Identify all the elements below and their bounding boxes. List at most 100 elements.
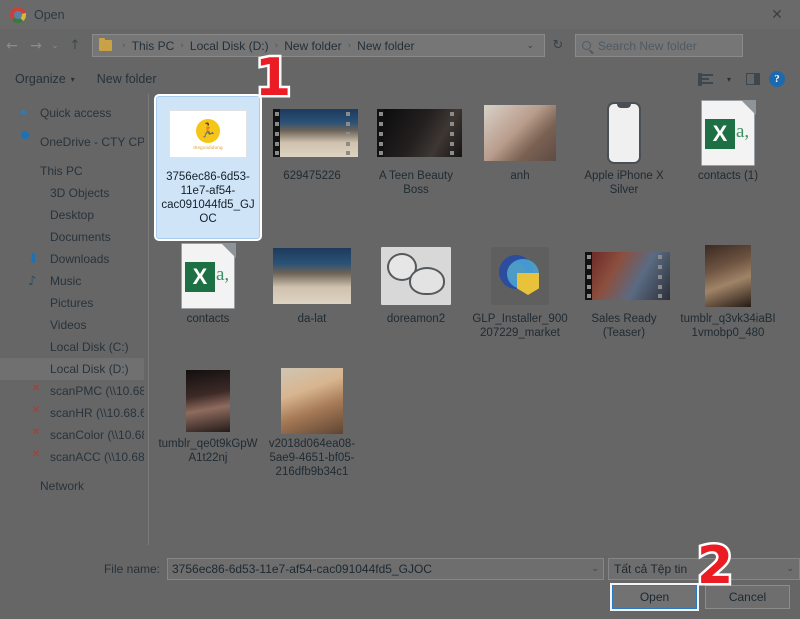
sidebar-item-documents[interactable]: Documents: [0, 226, 144, 248]
breadcrumb-item-0[interactable]: This PC: [131, 39, 176, 53]
filename-label: File name:: [103, 562, 160, 576]
pc-icon: [18, 164, 34, 179]
file-grid: 🏃 thegioididong 3756ec86-6d53-11e7-af54-…: [156, 96, 800, 489]
videos-icon: [28, 318, 44, 333]
excel-file-icon: Xa,: [181, 242, 236, 309]
file-tile[interactable]: GLP_Installer_900207229_market: [468, 239, 572, 364]
filename-input[interactable]: 3756ec86-6d53-11e7-af54-cac091044fd5_GJO…: [167, 558, 604, 580]
file-tile[interactable]: 629475226: [260, 96, 364, 221]
sidebar-item-pictures[interactable]: Pictures: [0, 292, 144, 314]
sidebar-item-label: scanACC (\\10.68.68: [50, 450, 144, 464]
sidebar-item-label: Quick access: [40, 106, 112, 120]
file-thumbnail: [584, 245, 670, 307]
downloads-icon: ⬇: [28, 251, 39, 267]
search-icon: [582, 41, 591, 50]
sidebar-item-scancolor[interactable]: scanColor (\\10.68.6: [0, 424, 144, 446]
up-one-level-icon[interactable]: ↑: [62, 38, 88, 53]
address-breadcrumb-bar[interactable]: › This PC › Local Disk (D:) › New folder…: [92, 34, 545, 57]
file-tile[interactable]: da-lat: [260, 239, 364, 364]
sidebar-item-label: Music: [50, 274, 82, 288]
file-thumbnail: [272, 368, 352, 434]
phone-thumbnail-icon: [607, 102, 641, 164]
network-drive-disconnected-icon: [28, 406, 44, 421]
sidebar-item-network[interactable]: Network: [0, 475, 144, 497]
file-tile[interactable]: anh: [468, 96, 572, 221]
view-dropdown-button[interactable]: ▾: [718, 68, 740, 90]
refresh-icon[interactable]: ↻: [545, 38, 571, 53]
network-icon: [18, 479, 34, 494]
file-name-label: da-lat: [297, 313, 327, 325]
file-tile[interactable]: Xa, contacts (1): [676, 96, 780, 221]
forward-icon[interactable]: →: [24, 38, 48, 54]
file-tile[interactable]: doreamon2: [364, 239, 468, 364]
sidebar-item-label: OneDrive - CTY CP Dị: [40, 135, 144, 149]
file-thumbnail: [376, 102, 462, 164]
search-box[interactable]: Search New folder: [575, 34, 743, 57]
sidebar-item-music[interactable]: ♪ Music: [0, 270, 144, 292]
filetype-value: Tất cả Tệp tin: [614, 562, 688, 576]
chevron-down-icon[interactable]: ⌄: [585, 564, 599, 574]
image-thumbnail-icon: 🏃 thegioididong: [169, 110, 247, 158]
file-tile[interactable]: tumblr_q3vk34iaBI1vmobp0_480: [676, 239, 780, 364]
sidebar-item-scanpmc[interactable]: scanPMC (\\10.68.68: [0, 380, 144, 402]
recent-locations-icon[interactable]: ⌄: [48, 41, 62, 51]
sidebar-item-local-disk-d[interactable]: Local Disk (D:): [0, 358, 144, 380]
video-thumbnail-icon: [377, 109, 462, 157]
open-file-dialog: Open ✕ ← → ⌄ ↑ › This PC › Local Disk (D…: [0, 0, 800, 619]
file-thumbnail: [688, 245, 768, 307]
navigation-pane: ✦ Quick access OneDrive - CTY CP Dị This…: [0, 94, 144, 545]
filename-row: File name: 3756ec86-6d53-11e7-af54-cac09…: [0, 557, 800, 581]
documents-icon: [28, 230, 44, 245]
breadcrumb-separator: ›: [180, 40, 184, 51]
file-tile[interactable]: A Teen Beauty Boss: [364, 96, 468, 221]
dialog-body: ✦ Quick access OneDrive - CTY CP Dị This…: [0, 94, 800, 545]
file-tile-selected[interactable]: 🏃 thegioididong 3756ec86-6d53-11e7-af54-…: [156, 96, 260, 239]
file-thumbnail: [584, 102, 664, 164]
back-icon[interactable]: ←: [0, 38, 24, 54]
file-name-label: contacts: [186, 313, 230, 325]
file-tile[interactable]: v2018d064ea08-5ae9-4651-bf05-216dfb9b34c…: [260, 364, 364, 489]
file-thumbnail: [480, 102, 560, 164]
sidebar-item-this-pc[interactable]: This PC: [0, 160, 144, 182]
help-button[interactable]: ?: [766, 68, 788, 90]
sidebar-item-videos[interactable]: Videos: [0, 314, 144, 336]
sidebar-item-desktop[interactable]: Desktop: [0, 204, 144, 226]
image-thumbnail-icon: [186, 370, 230, 432]
close-icon[interactable]: ✕: [754, 0, 800, 29]
address-dropdown-icon[interactable]: ⌄: [520, 41, 540, 51]
preview-pane-button[interactable]: [742, 68, 764, 90]
video-thumbnail-icon: [585, 252, 670, 300]
new-folder-label: New folder: [96, 72, 157, 86]
file-tile[interactable]: tumblr_qe0t9kGpWA1t22nj: [156, 364, 260, 489]
disk-icon: [28, 362, 44, 377]
change-view-button[interactable]: [694, 68, 716, 90]
open-button[interactable]: Open: [612, 585, 697, 609]
network-drive-disconnected-icon: [28, 450, 44, 465]
file-tile[interactable]: Xa, contacts: [156, 239, 260, 364]
sidebar-item-onedrive[interactable]: OneDrive - CTY CP Dị: [0, 131, 144, 153]
sidebar-item-scanhr[interactable]: scanHR (\\10.68.68.: [0, 402, 144, 424]
breadcrumb-item-3[interactable]: New folder: [356, 39, 415, 53]
network-drive-disconnected-icon: [28, 428, 44, 443]
sidebar-item-scanacc[interactable]: scanACC (\\10.68.68: [0, 446, 144, 468]
sidebar-item-label: This PC: [40, 164, 83, 178]
chevron-down-icon: ▾: [726, 74, 731, 84]
file-name-label: A Teen Beauty Boss: [379, 170, 453, 196]
breadcrumb-item-2[interactable]: New folder: [283, 39, 342, 53]
sidebar-item-local-disk-c[interactable]: Local Disk (C:): [0, 336, 144, 358]
sidebar-item-downloads[interactable]: ⬇ Downloads: [0, 248, 144, 270]
sidebar-item-quick-access[interactable]: ✦ Quick access: [0, 102, 144, 124]
chevron-down-icon: ▾: [70, 74, 75, 84]
file-tile[interactable]: Sales Ready (Teaser): [572, 239, 676, 364]
filename-value: 3756ec86-6d53-11e7-af54-cac091044fd5_GJO…: [172, 562, 432, 576]
organize-button[interactable]: Organize ▾: [8, 72, 82, 86]
sidebar-item-label: Downloads: [50, 252, 110, 266]
file-tile[interactable]: Apple iPhone X Silver: [572, 96, 676, 221]
new-folder-button[interactable]: New folder: [90, 72, 164, 86]
file-thumbnail: [376, 245, 456, 307]
star-icon: ✦: [18, 105, 29, 121]
file-list-pane: 🏃 thegioididong 3756ec86-6d53-11e7-af54-…: [152, 94, 800, 545]
pane-divider[interactable]: [148, 94, 149, 545]
file-thumbnail: [480, 245, 560, 307]
sidebar-item-3d-objects[interactable]: 3D Objects: [0, 182, 144, 204]
